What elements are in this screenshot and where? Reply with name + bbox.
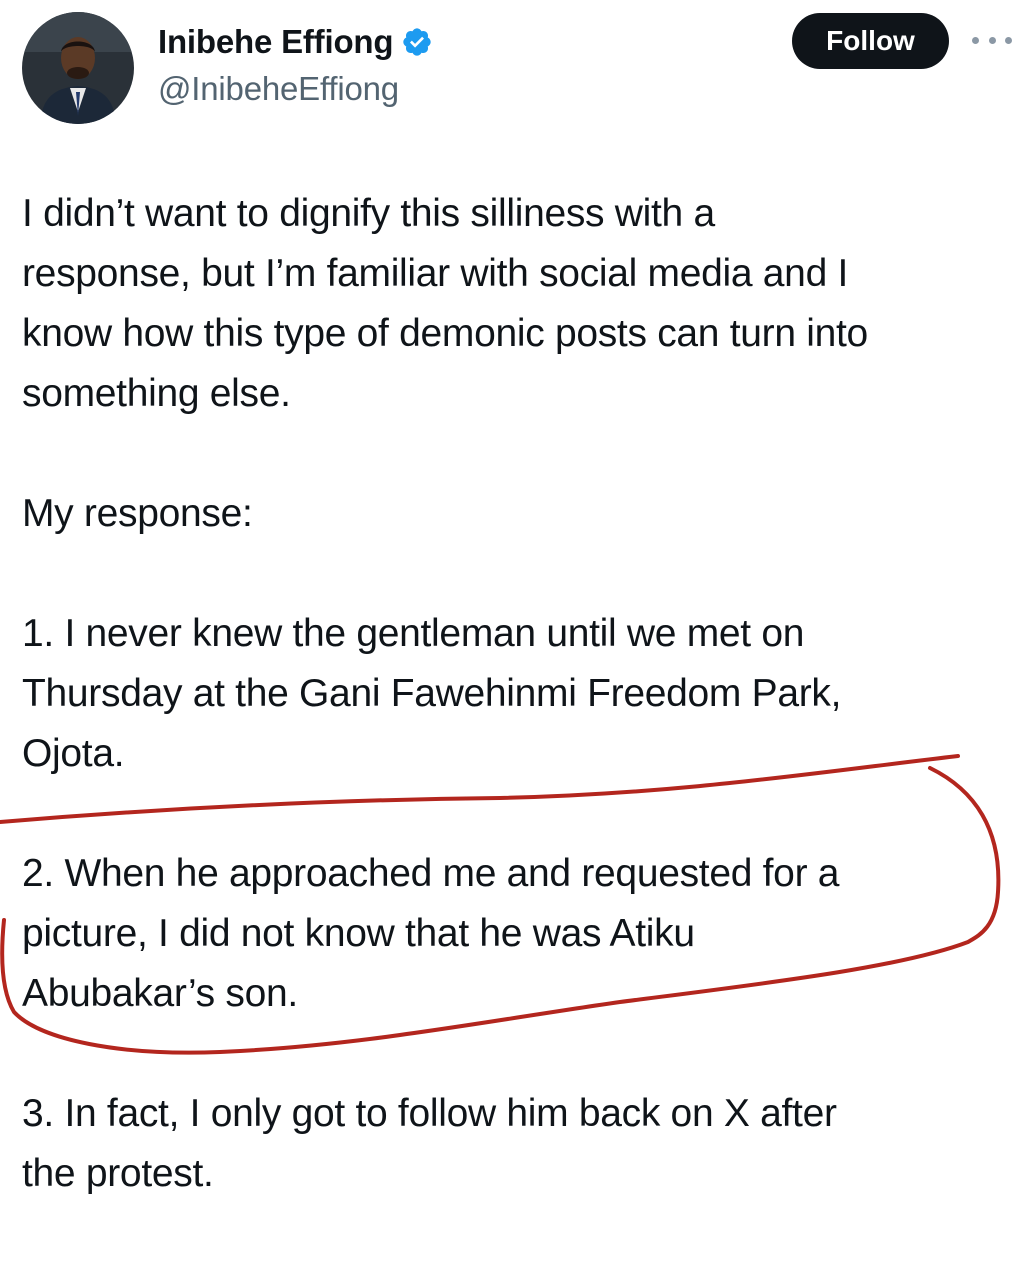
author-avatar[interactable] (22, 12, 134, 124)
more-options-button[interactable] (972, 28, 1012, 52)
tweet-paragraph-response-heading: My response: (22, 492, 253, 535)
tweet-paragraph-point-3: 3. In fact, I only got to follow him bac… (22, 1092, 837, 1195)
tweet-paragraph-point-2: 2. When he approached me and requested f… (22, 852, 840, 1015)
tweet-paragraph-intro: I didn’t want to dignify this silliness … (22, 192, 868, 415)
ellipsis-icon (972, 36, 979, 44)
verified-badge-icon[interactable] (401, 26, 433, 58)
ellipsis-icon (1005, 36, 1012, 44)
author-name-row: Inibehe Effiong (158, 22, 433, 62)
tweet-body: I didn’t want to dignify this silliness … (22, 184, 1022, 1264)
tweet-paragraph-point-1: 1. I never knew the gentleman until we m… (22, 612, 842, 775)
follow-button[interactable]: Follow (792, 13, 949, 69)
ellipsis-icon (988, 36, 996, 44)
profile-photo (22, 12, 134, 124)
author-handle[interactable]: @InibeheEffiong (158, 70, 399, 108)
author-display-name[interactable]: Inibehe Effiong (158, 23, 394, 61)
